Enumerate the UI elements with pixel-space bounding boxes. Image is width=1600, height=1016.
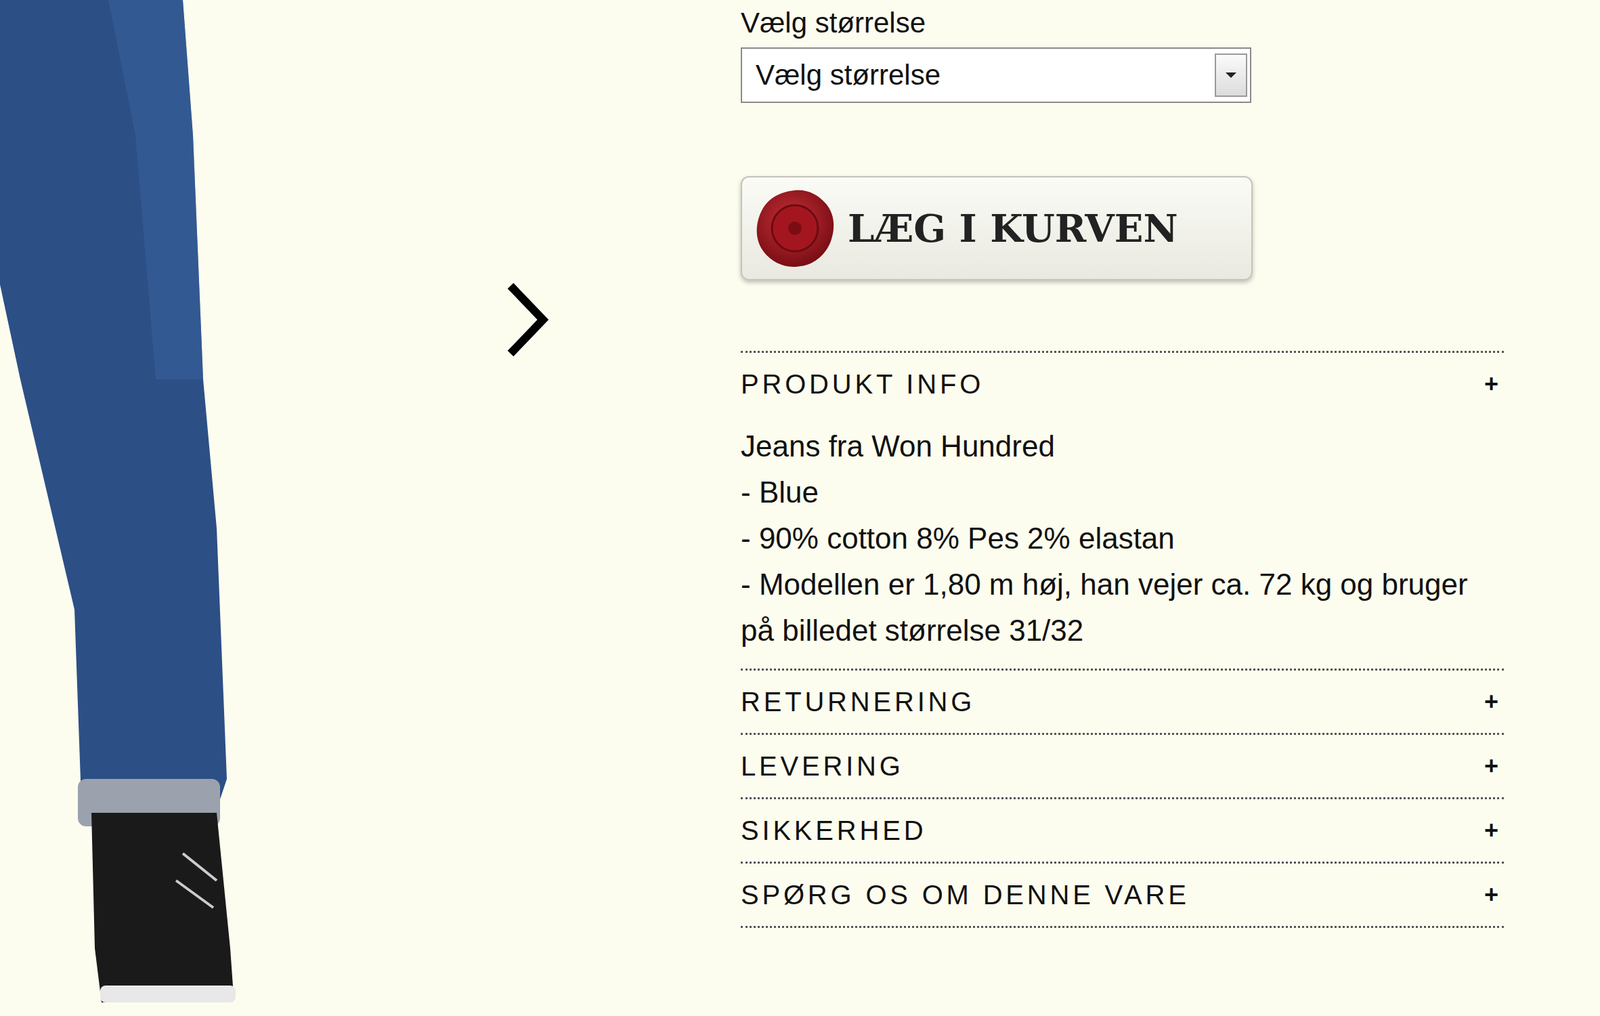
accordion-header[interactable]: LEVERING + — [740, 734, 1504, 797]
info-line: Jeans fra Won Hundred — [740, 423, 1504, 470]
accordion-section: SPØRG OS OM DENNE VARE + — [740, 863, 1504, 928]
accordion-section: PRODUKT INFO + Jeans fra Won Hundred- Blue… — [740, 352, 1504, 671]
plus-icon[interactable]: + — [1484, 751, 1499, 781]
plus-icon[interactable]: + — [1484, 369, 1499, 399]
accordion-title: PRODUKT INFO — [740, 369, 984, 400]
info-line: - Blue — [740, 469, 1504, 516]
accordion-header[interactable]: SPØRG OS OM DENNE VARE + — [740, 863, 1504, 926]
accordion: PRODUKT INFO + Jeans fra Won Hundred- Blue… — [740, 350, 1504, 928]
size-label: Vælg størrelse — [740, 5, 1504, 41]
wax-seal-icon — [752, 186, 837, 271]
accordion-header[interactable]: PRODUKT INFO + — [740, 352, 1504, 416]
next-arrow-icon[interactable] — [505, 280, 549, 359]
accordion-title: RETURNERING — [740, 686, 976, 718]
accordion-section: RETURNERING + — [740, 670, 1504, 735]
product-photo — [0, 0, 244, 1016]
size-select-value: Vælg størrelse — [755, 58, 941, 92]
product-details: Vælg størrelse Vælg størrelse LÆG I KURVEN… — [740, 0, 1504, 1016]
accordion-header[interactable]: RETURNERING + — [740, 670, 1504, 733]
dropdown-arrow-icon[interactable] — [1214, 53, 1248, 97]
accordion-title: LEVERING — [740, 750, 904, 782]
plus-icon[interactable]: + — [1484, 880, 1499, 909]
accordion-header[interactable]: SIKKERHED + — [740, 798, 1504, 862]
accordion-section: SIKKERHED + — [740, 798, 1504, 864]
accordion-content: Jeans fra Won Hundred- Blue- 90% cotton … — [740, 415, 1504, 669]
gallery — [0, 0, 741, 1016]
info-line: - Modellen er 1,80 m høj, han vejer ca. … — [740, 561, 1504, 654]
plus-icon[interactable]: + — [1484, 815, 1499, 845]
info-line: - 90% cotton 8% Pes 2% elastan — [740, 515, 1504, 562]
accordion-title: SPØRG OS OM DENNE VARE — [740, 879, 1190, 911]
add-to-cart-button[interactable]: LÆG I KURVEN — [740, 176, 1253, 281]
plus-icon[interactable]: + — [1484, 687, 1499, 716]
product-page: Vælg størrelse Vælg størrelse LÆG I KURVEN… — [0, 0, 1600, 1016]
accordion-title: SIKKERHED — [740, 815, 927, 846]
add-to-cart-label: LÆG I KURVEN — [847, 205, 1179, 251]
accordion-section: LEVERING + — [740, 734, 1504, 799]
size-select[interactable]: Vælg størrelse — [740, 47, 1252, 103]
